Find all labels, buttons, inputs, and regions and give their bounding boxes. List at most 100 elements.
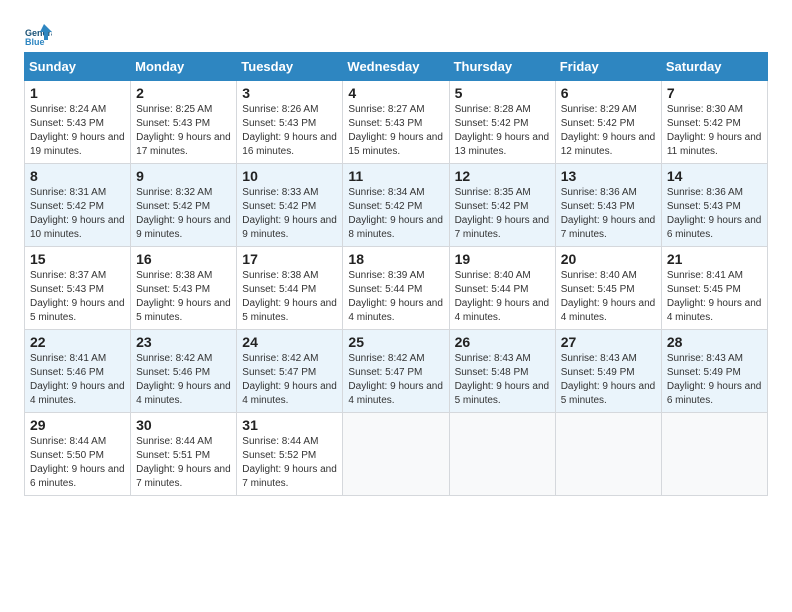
day-number: 26: [455, 334, 550, 350]
day-info: Sunrise: 8:27 AMSunset: 5:43 PMDaylight:…: [348, 103, 443, 159]
calendar-cell: 19 Sunrise: 8:40 AMSunset: 5:44 PMDayligh…: [449, 247, 555, 330]
day-number: 1: [30, 85, 125, 101]
calendar-cell: 23 Sunrise: 8:42 AMSunset: 5:46 PMDayligh…: [131, 330, 237, 413]
day-info: Sunrise: 8:41 AMSunset: 5:46 PMDaylight:…: [30, 352, 125, 408]
calendar-week-row: 29 Sunrise: 8:44 AMSunset: 5:50 PMDayligh…: [25, 413, 768, 496]
day-number: 31: [242, 417, 337, 433]
calendar-cell: 11 Sunrise: 8:34 AMSunset: 5:42 PMDayligh…: [343, 164, 449, 247]
calendar-cell: 29 Sunrise: 8:44 AMSunset: 5:50 PMDayligh…: [25, 413, 131, 496]
calendar-cell: 7 Sunrise: 8:30 AMSunset: 5:42 PMDaylight…: [661, 81, 767, 164]
calendar-cell: 22 Sunrise: 8:41 AMSunset: 5:46 PMDayligh…: [25, 330, 131, 413]
day-info: Sunrise: 8:25 AMSunset: 5:43 PMDaylight:…: [136, 103, 231, 159]
day-number: 23: [136, 334, 231, 350]
calendar-cell: 30 Sunrise: 8:44 AMSunset: 5:51 PMDayligh…: [131, 413, 237, 496]
calendar-cell: [343, 413, 449, 496]
calendar-week-row: 15 Sunrise: 8:37 AMSunset: 5:43 PMDayligh…: [25, 247, 768, 330]
day-info: Sunrise: 8:42 AMSunset: 5:47 PMDaylight:…: [242, 352, 337, 408]
day-number: 30: [136, 417, 231, 433]
calendar-cell: 10Sunrise: 8:33 AMSunset: 5:42 PMDayligh…: [237, 164, 343, 247]
calendar-cell: 12 Sunrise: 8:35 AMSunset: 5:42 PMDayligh…: [449, 164, 555, 247]
calendar-cell: 26 Sunrise: 8:43 AMSunset: 5:48 PMDayligh…: [449, 330, 555, 413]
day-number: 4: [348, 85, 443, 101]
calendar-cell: [555, 413, 661, 496]
calendar-cell: [449, 413, 555, 496]
weekday-header-wednesday: Wednesday: [343, 53, 449, 81]
calendar-table: SundayMondayTuesdayWednesdayThursdayFrid…: [24, 52, 768, 496]
weekday-header-tuesday: Tuesday: [237, 53, 343, 81]
calendar-cell: 20 Sunrise: 8:40 AMSunset: 5:45 PMDayligh…: [555, 247, 661, 330]
calendar-cell: 3 Sunrise: 8:26 AMSunset: 5:43 PMDaylight…: [237, 81, 343, 164]
day-number: 16: [136, 251, 231, 267]
calendar-week-row: 22 Sunrise: 8:41 AMSunset: 5:46 PMDayligh…: [25, 330, 768, 413]
calendar-cell: 6 Sunrise: 8:29 AMSunset: 5:42 PMDaylight…: [555, 81, 661, 164]
calendar-cell: 8Sunrise: 8:31 AMSunset: 5:42 PMDaylight…: [25, 164, 131, 247]
day-info: Sunrise: 8:32 AMSunset: 5:42 PMDaylight:…: [136, 186, 231, 242]
calendar-cell: 27 Sunrise: 8:43 AMSunset: 5:49 PMDayligh…: [555, 330, 661, 413]
day-info: Sunrise: 8:37 AMSunset: 5:43 PMDaylight:…: [30, 269, 125, 325]
day-info: Sunrise: 8:30 AMSunset: 5:42 PMDaylight:…: [667, 103, 762, 159]
weekday-header-friday: Friday: [555, 53, 661, 81]
day-info: Sunrise: 8:36 AMSunset: 5:43 PMDaylight:…: [561, 186, 656, 242]
calendar-cell: 9 Sunrise: 8:32 AMSunset: 5:42 PMDaylight…: [131, 164, 237, 247]
day-number: 27: [561, 334, 656, 350]
day-info: Sunrise: 8:42 AMSunset: 5:47 PMDaylight:…: [348, 352, 443, 408]
day-number: 7: [667, 85, 762, 101]
day-info: Sunrise: 8:24 AMSunset: 5:43 PMDaylight:…: [30, 103, 125, 159]
day-number: 21: [667, 251, 762, 267]
day-number: 17: [242, 251, 337, 267]
day-info: Sunrise: 8:44 AMSunset: 5:51 PMDaylight:…: [136, 435, 231, 491]
calendar-cell: 25 Sunrise: 8:42 AMSunset: 5:47 PMDayligh…: [343, 330, 449, 413]
calendar-week-row: 8Sunrise: 8:31 AMSunset: 5:42 PMDaylight…: [25, 164, 768, 247]
day-number: 13: [561, 168, 656, 184]
weekday-header-sunday: Sunday: [25, 53, 131, 81]
calendar-cell: 24Sunrise: 8:42 AMSunset: 5:47 PMDayligh…: [237, 330, 343, 413]
weekday-header-saturday: Saturday: [661, 53, 767, 81]
day-info: Sunrise: 8:44 AMSunset: 5:50 PMDaylight:…: [30, 435, 125, 491]
day-number: 15: [30, 251, 125, 267]
day-info: Sunrise: 8:35 AMSunset: 5:42 PMDaylight:…: [455, 186, 550, 242]
day-number: 9: [136, 168, 231, 184]
day-number: 20: [561, 251, 656, 267]
day-number: 29: [30, 417, 125, 433]
day-info: Sunrise: 8:40 AMSunset: 5:45 PMDaylight:…: [561, 269, 656, 325]
calendar-cell: 21 Sunrise: 8:41 AMSunset: 5:45 PMDayligh…: [661, 247, 767, 330]
day-info: Sunrise: 8:34 AMSunset: 5:42 PMDaylight:…: [348, 186, 443, 242]
day-number: 14: [667, 168, 762, 184]
day-info: Sunrise: 8:33 AMSunset: 5:42 PMDaylight:…: [242, 186, 337, 242]
day-info: Sunrise: 8:41 AMSunset: 5:45 PMDaylight:…: [667, 269, 762, 325]
day-info: Sunrise: 8:44 AMSunset: 5:52 PMDaylight:…: [242, 435, 337, 491]
calendar-cell: 28Sunrise: 8:43 AMSunset: 5:49 PMDayligh…: [661, 330, 767, 413]
calendar-cell: 14 Sunrise: 8:36 AMSunset: 5:43 PMDayligh…: [661, 164, 767, 247]
day-info: Sunrise: 8:43 AMSunset: 5:49 PMDaylight:…: [667, 352, 762, 408]
day-info: Sunrise: 8:40 AMSunset: 5:44 PMDaylight:…: [455, 269, 550, 325]
calendar-cell: 1 Sunrise: 8:24 AMSunset: 5:43 PMDaylight…: [25, 81, 131, 164]
calendar-cell: [661, 413, 767, 496]
calendar-cell: 17Sunrise: 8:38 AMSunset: 5:44 PMDayligh…: [237, 247, 343, 330]
day-info: Sunrise: 8:43 AMSunset: 5:49 PMDaylight:…: [561, 352, 656, 408]
day-info: Sunrise: 8:29 AMSunset: 5:42 PMDaylight:…: [561, 103, 656, 159]
svg-text:Blue: Blue: [25, 37, 45, 47]
calendar-week-row: 1 Sunrise: 8:24 AMSunset: 5:43 PMDaylight…: [25, 81, 768, 164]
day-number: 3: [242, 85, 337, 101]
calendar-cell: 18Sunrise: 8:39 AMSunset: 5:44 PMDayligh…: [343, 247, 449, 330]
day-info: Sunrise: 8:36 AMSunset: 5:43 PMDaylight:…: [667, 186, 762, 242]
day-info: Sunrise: 8:26 AMSunset: 5:43 PMDaylight:…: [242, 103, 337, 159]
day-info: Sunrise: 8:43 AMSunset: 5:48 PMDaylight:…: [455, 352, 550, 408]
weekday-header-monday: Monday: [131, 53, 237, 81]
day-number: 11: [348, 168, 443, 184]
day-number: 18: [348, 251, 443, 267]
day-number: 12: [455, 168, 550, 184]
calendar-cell: 31 Sunrise: 8:44 AMSunset: 5:52 PMDayligh…: [237, 413, 343, 496]
day-info: Sunrise: 8:42 AMSunset: 5:46 PMDaylight:…: [136, 352, 231, 408]
day-number: 25: [348, 334, 443, 350]
logo: General Blue: [24, 20, 54, 48]
calendar-cell: 2 Sunrise: 8:25 AMSunset: 5:43 PMDaylight…: [131, 81, 237, 164]
day-number: 2: [136, 85, 231, 101]
calendar-cell: 4 Sunrise: 8:27 AMSunset: 5:43 PMDaylight…: [343, 81, 449, 164]
day-number: 6: [561, 85, 656, 101]
logo-icon: General Blue: [24, 20, 52, 48]
day-number: 22: [30, 334, 125, 350]
page-header: General Blue: [24, 20, 768, 48]
day-number: 19: [455, 251, 550, 267]
calendar-cell: 13 Sunrise: 8:36 AMSunset: 5:43 PMDayligh…: [555, 164, 661, 247]
